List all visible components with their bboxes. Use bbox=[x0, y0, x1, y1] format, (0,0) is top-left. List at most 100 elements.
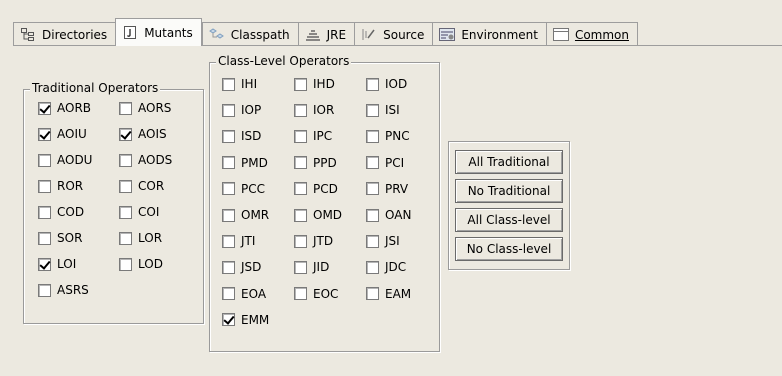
checkbox-box[interactable] bbox=[366, 156, 379, 170]
checkbox-box[interactable] bbox=[222, 234, 235, 248]
operator-checkbox-ppd[interactable]: PPD bbox=[294, 155, 337, 171]
checkbox-box[interactable] bbox=[119, 101, 132, 115]
operator-checkbox-iop[interactable]: IOP bbox=[222, 102, 261, 118]
tab-mutants[interactable]: Mutants bbox=[115, 18, 202, 46]
mutants-icon bbox=[122, 26, 138, 40]
operator-checkbox-eoc[interactable]: EOC bbox=[294, 286, 338, 302]
checkbox-box[interactable] bbox=[119, 231, 132, 245]
checkbox-box[interactable] bbox=[222, 287, 235, 301]
operator-checkbox-jtd[interactable]: JTD bbox=[294, 233, 333, 249]
operator-checkbox-aorb[interactable]: AORB bbox=[38, 100, 91, 116]
tab-common[interactable]: Common bbox=[545, 22, 638, 46]
operator-checkbox-aois[interactable]: AOIS bbox=[119, 126, 167, 142]
operator-checkbox-emm[interactable]: EMM bbox=[222, 312, 269, 328]
checkbox-box[interactable] bbox=[38, 101, 51, 115]
tab-classpath[interactable]: Classpath bbox=[201, 22, 298, 46]
operator-checkbox-lor[interactable]: LOR bbox=[119, 230, 162, 246]
checkbox-box[interactable] bbox=[222, 260, 235, 274]
operator-checkbox-ihd[interactable]: IHD bbox=[294, 76, 335, 92]
operator-checkbox-pcd[interactable]: PCD bbox=[294, 181, 338, 197]
checkbox-box[interactable] bbox=[366, 208, 379, 222]
operator-checkbox-ihi[interactable]: IHI bbox=[222, 76, 257, 92]
checkbox-box[interactable] bbox=[222, 182, 235, 196]
operator-checkbox-asrs[interactable]: ASRS bbox=[38, 282, 89, 298]
operator-checkbox-ror[interactable]: ROR bbox=[38, 178, 83, 194]
operator-checkbox-cor[interactable]: COR bbox=[119, 178, 164, 194]
checkbox-label: PCD bbox=[313, 181, 338, 196]
operator-checkbox-isd[interactable]: ISD bbox=[222, 128, 261, 144]
checkbox-box[interactable] bbox=[119, 153, 132, 167]
checkbox-box[interactable] bbox=[294, 234, 307, 248]
checkbox-box[interactable] bbox=[366, 234, 379, 248]
checkbox-box[interactable] bbox=[222, 156, 235, 170]
operator-checkbox-isi[interactable]: ISI bbox=[366, 102, 400, 118]
operator-checkbox-ipc[interactable]: IPC bbox=[294, 128, 332, 144]
operator-checkbox-aoiu[interactable]: AOIU bbox=[38, 126, 87, 142]
tab-environment[interactable]: Environment bbox=[432, 22, 546, 46]
checkbox-box[interactable] bbox=[38, 231, 51, 245]
checkbox-box[interactable] bbox=[38, 179, 51, 193]
operator-checkbox-iod[interactable]: IOD bbox=[366, 76, 407, 92]
operator-checkbox-pci[interactable]: PCI bbox=[366, 155, 404, 171]
checkbox-box[interactable] bbox=[366, 77, 379, 91]
checkbox-box[interactable] bbox=[294, 77, 307, 91]
operator-checkbox-coi[interactable]: COI bbox=[119, 204, 159, 220]
checkbox-box[interactable] bbox=[294, 260, 307, 274]
operator-checkbox-jsd[interactable]: JSD bbox=[222, 259, 261, 275]
checkbox-box[interactable] bbox=[222, 129, 235, 143]
checkbox-box[interactable] bbox=[366, 182, 379, 196]
operator-checkbox-ior[interactable]: IOR bbox=[294, 102, 334, 118]
no-traditional-button[interactable]: No Traditional bbox=[455, 179, 563, 203]
operator-checkbox-eoa[interactable]: EOA bbox=[222, 286, 266, 302]
operator-checkbox-eam[interactable]: EAM bbox=[366, 286, 411, 302]
checkbox-box[interactable] bbox=[119, 257, 132, 271]
checkbox-box[interactable] bbox=[294, 129, 307, 143]
operator-checkbox-aodu[interactable]: AODU bbox=[38, 152, 92, 168]
checkbox-box[interactable] bbox=[366, 103, 379, 117]
operator-checkbox-jti[interactable]: JTI bbox=[222, 233, 255, 249]
operator-checkbox-loi[interactable]: LOI bbox=[38, 256, 76, 272]
operator-checkbox-pmd[interactable]: PMD bbox=[222, 155, 268, 171]
checkbox-box[interactable] bbox=[294, 208, 307, 222]
operator-checkbox-oan[interactable]: OAN bbox=[366, 207, 411, 223]
checkbox-label: PPD bbox=[313, 155, 337, 170]
all-traditional-button[interactable]: All Traditional bbox=[455, 150, 563, 174]
checkbox-box[interactable] bbox=[38, 257, 51, 271]
operator-checkbox-jid[interactable]: JID bbox=[294, 259, 329, 275]
tab-source[interactable]: Source bbox=[354, 22, 433, 46]
checkbox-box[interactable] bbox=[222, 208, 235, 222]
checkbox-box[interactable] bbox=[38, 127, 51, 141]
checkbox-box[interactable] bbox=[38, 205, 51, 219]
checkbox-box[interactable] bbox=[38, 153, 51, 167]
checkbox-box[interactable] bbox=[38, 283, 51, 297]
operator-checkbox-pnc[interactable]: PNC bbox=[366, 128, 410, 144]
checkbox-box[interactable] bbox=[119, 205, 132, 219]
checkbox-box[interactable] bbox=[222, 77, 235, 91]
checkbox-box[interactable] bbox=[366, 129, 379, 143]
tab-directories[interactable]: Directories bbox=[13, 22, 116, 46]
checkbox-box[interactable] bbox=[366, 260, 379, 274]
operator-checkbox-lod[interactable]: LOD bbox=[119, 256, 163, 272]
operator-checkbox-cod[interactable]: COD bbox=[38, 204, 84, 220]
checkbox-box[interactable] bbox=[119, 179, 132, 193]
checkbox-box[interactable] bbox=[222, 313, 235, 327]
tab-jre[interactable]: JRE bbox=[297, 22, 355, 46]
checkbox-box[interactable] bbox=[294, 287, 307, 301]
operator-checkbox-sor[interactable]: SOR bbox=[38, 230, 82, 246]
operator-checkbox-omd[interactable]: OMD bbox=[294, 207, 342, 223]
operator-checkbox-pcc[interactable]: PCC bbox=[222, 181, 265, 197]
operator-checkbox-omr[interactable]: OMR bbox=[222, 207, 269, 223]
operator-checkbox-prv[interactable]: PRV bbox=[366, 181, 408, 197]
checkbox-box[interactable] bbox=[294, 156, 307, 170]
checkbox-box[interactable] bbox=[294, 182, 307, 196]
all-class-level-button[interactable]: All Class-level bbox=[455, 208, 563, 232]
operator-checkbox-jsi[interactable]: JSI bbox=[366, 233, 400, 249]
operator-checkbox-jdc[interactable]: JDC bbox=[366, 259, 406, 275]
checkbox-box[interactable] bbox=[294, 103, 307, 117]
checkbox-box[interactable] bbox=[366, 287, 379, 301]
no-class-level-button[interactable]: No Class-level bbox=[455, 237, 563, 261]
checkbox-box[interactable] bbox=[119, 127, 132, 141]
operator-checkbox-aods[interactable]: AODS bbox=[119, 152, 172, 168]
operator-checkbox-aors[interactable]: AORS bbox=[119, 100, 171, 116]
checkbox-box[interactable] bbox=[222, 103, 235, 117]
